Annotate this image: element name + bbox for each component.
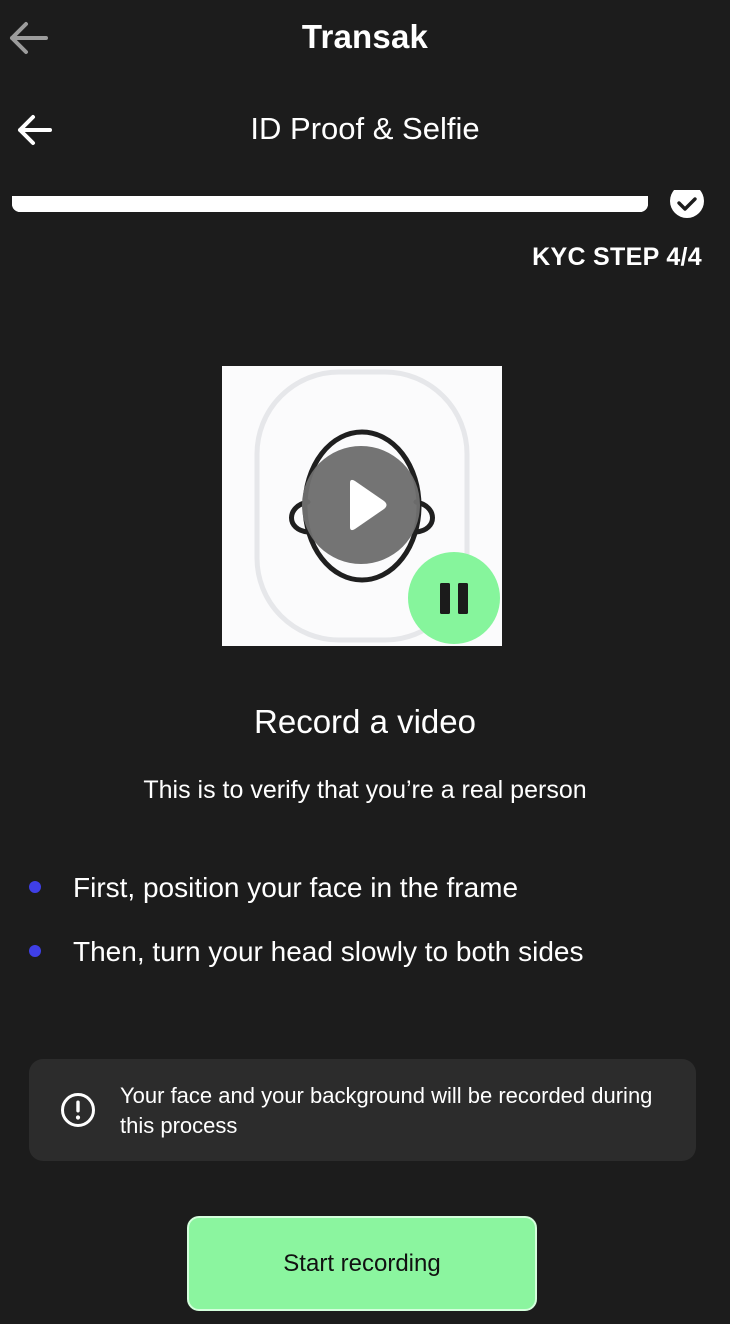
instruction-list: First, position your face in the frame T…: [28, 866, 584, 994]
kyc-progress-fill: [12, 196, 648, 212]
pause-badge: [408, 552, 500, 644]
start-recording-button[interactable]: Start recording: [187, 1216, 537, 1311]
notice-text: Your face and your background will be re…: [120, 1083, 653, 1138]
screen: Transak ID Proof & Selfie KYC STEP 4/4 R…: [0, 0, 730, 1324]
page-title: ID Proof & Selfie: [250, 111, 480, 146]
check-circle-icon: [670, 190, 704, 218]
play-button[interactable]: [302, 446, 420, 564]
app-title: Transak: [301, 18, 429, 55]
play-icon: [350, 479, 387, 531]
instruction-text: Then, turn your head slowly to both side…: [73, 936, 584, 967]
video-preview[interactable]: [222, 366, 502, 646]
pause-icon: [440, 583, 468, 614]
record-video-heading: Record a video: [254, 703, 476, 740]
kyc-step-label: KYC STEP 4/4: [532, 243, 702, 271]
bullet-dot: [29, 881, 41, 893]
instruction-item: Then, turn your head slowly to both side…: [28, 930, 584, 994]
exclamation-circle-icon: [61, 1093, 95, 1127]
bullet-dot: [29, 945, 41, 957]
instruction-text: First, position your face in the frame: [73, 872, 519, 903]
instruction-item: First, position your face in the frame: [28, 866, 584, 930]
top-app-bar: Transak: [0, 0, 730, 80]
recording-notice: Your face and your background will be re…: [29, 1059, 696, 1161]
kyc-progress-bar: [12, 196, 648, 212]
verify-subheading: This is to verify that you’re a real per…: [143, 776, 587, 804]
